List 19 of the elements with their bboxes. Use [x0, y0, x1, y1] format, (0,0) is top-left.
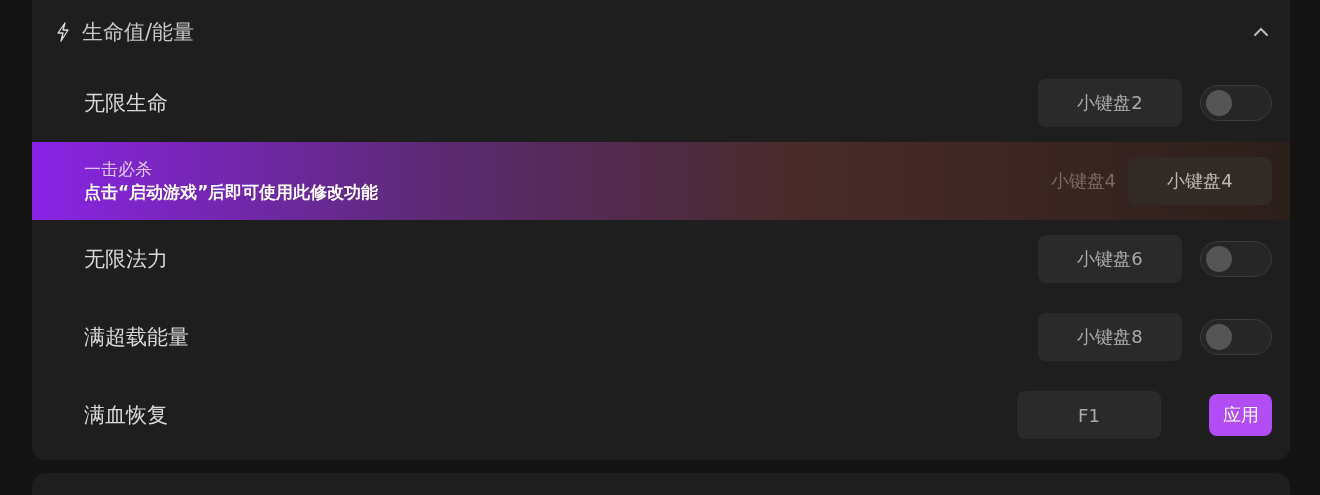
apply-button[interactable]: 应用	[1209, 394, 1272, 436]
option-label: 一击必杀	[84, 158, 153, 181]
toggle-switch[interactable]	[1200, 241, 1272, 277]
toggle-switch[interactable]	[1200, 85, 1272, 121]
hotkey-button[interactable]: 小键盘2	[1038, 79, 1182, 127]
lightning-icon	[56, 22, 70, 42]
option-label: 满超载能量	[84, 324, 190, 351]
collapse-chevron-icon[interactable]	[1252, 26, 1270, 38]
option-label: 满血恢复	[84, 402, 169, 429]
section-title: 生命值/能量	[82, 19, 196, 46]
toggle-switch[interactable]	[1200, 319, 1272, 355]
hotkey-label: 小键盘4	[1050, 169, 1116, 193]
locked-message: 点击“启动游戏”后即可使用此修改功能	[84, 181, 380, 204]
hotkey-button[interactable]: 小键盘6	[1038, 235, 1182, 283]
option-label: 无限法力	[84, 246, 169, 273]
hotkey-button[interactable]: 小键盘4	[1128, 157, 1272, 205]
hotkey-button[interactable]: F1	[1017, 391, 1161, 439]
hotkey-button[interactable]: 小键盘8	[1038, 313, 1182, 361]
option-label: 无限生命	[84, 90, 169, 117]
